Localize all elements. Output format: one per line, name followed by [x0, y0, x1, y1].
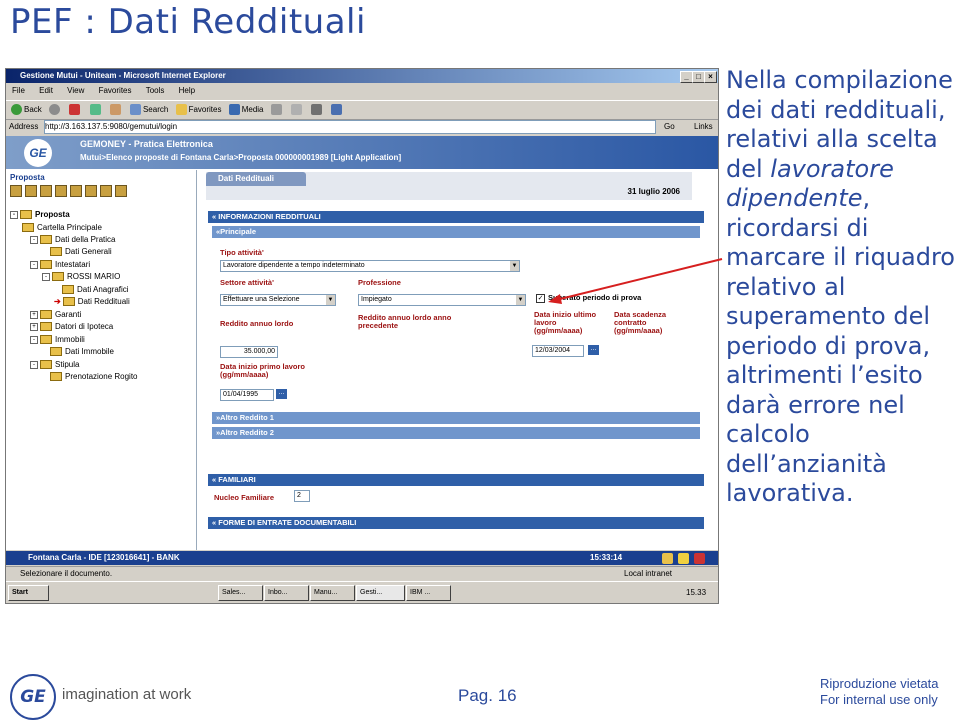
rights-line-2: For internal use only — [820, 692, 938, 707]
rights-line-1: Riproduzione vietata — [820, 676, 939, 691]
ge-logo: GE — [10, 674, 56, 720]
tagline: imagination at work — [62, 686, 192, 703]
callout-text: Nella compilazione dei dati reddituali, … — [726, 66, 955, 507]
page-number: Pag. 16 — [458, 686, 517, 705]
